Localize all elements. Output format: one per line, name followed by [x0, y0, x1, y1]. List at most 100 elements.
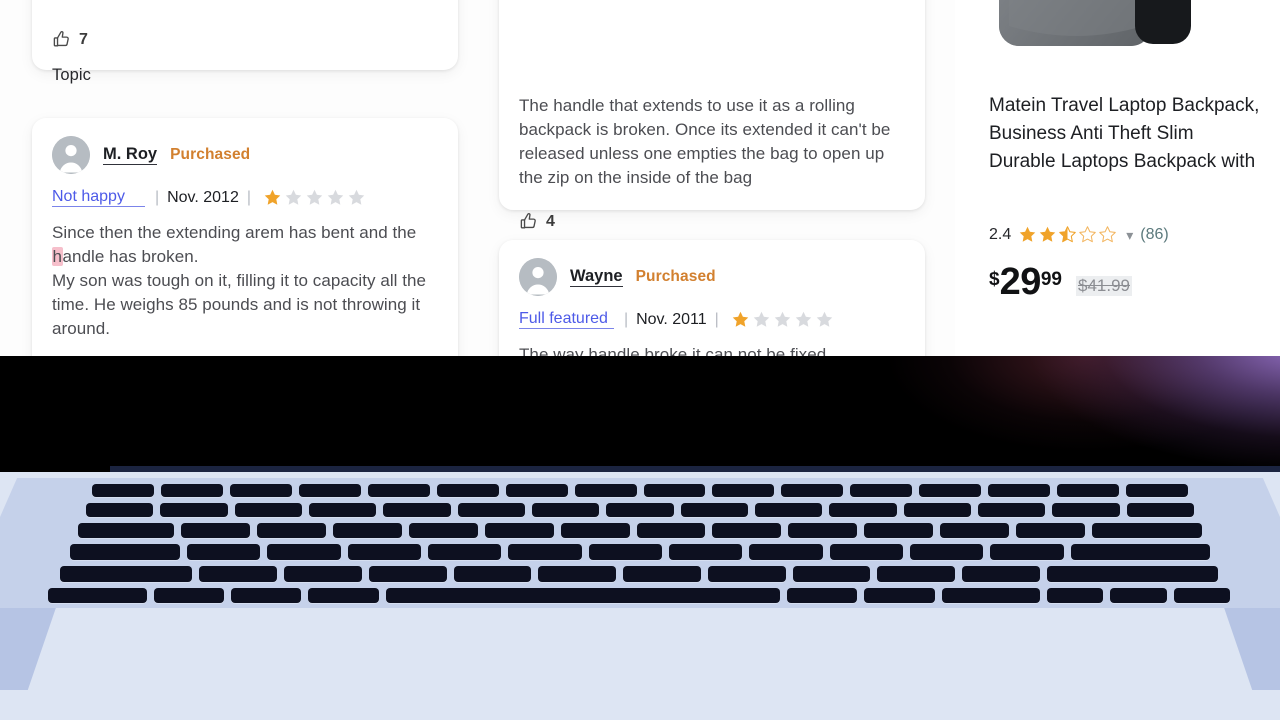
keyboard-key[interactable] [909, 544, 984, 560]
keyboard-key[interactable] [367, 484, 430, 497]
keyboard-key[interactable] [988, 484, 1051, 497]
keyboard-key[interactable] [636, 523, 706, 538]
like-row[interactable]: 7 [52, 30, 438, 49]
keyboard-key[interactable] [383, 503, 451, 517]
keyboard-key[interactable] [560, 523, 630, 538]
keyboard-key[interactable] [864, 588, 935, 603]
keyboard-key[interactable] [877, 566, 956, 582]
chevron-down-icon[interactable]: ▾ [1126, 228, 1133, 242]
keyboard-key[interactable] [588, 544, 662, 560]
keyboard-key[interactable] [267, 544, 341, 560]
keyboard-key[interactable] [1070, 544, 1210, 560]
keyboard-key[interactable] [368, 566, 447, 582]
keyboard-key[interactable] [153, 588, 224, 603]
keyboard-key[interactable] [643, 484, 706, 497]
keyboard-key[interactable] [436, 484, 499, 497]
keyboard-key[interactable] [1052, 503, 1120, 517]
keyboard-key[interactable] [229, 484, 292, 497]
keyboard-key[interactable] [48, 588, 147, 603]
keyboard-key[interactable] [788, 523, 858, 538]
product-rating-row[interactable]: 2.4 ▾ (86) [989, 225, 1169, 244]
keyboard-key[interactable] [1057, 484, 1120, 497]
keyboard-key[interactable] [187, 544, 261, 560]
keyboard-key[interactable] [850, 484, 913, 497]
keyboard-key[interactable] [1126, 503, 1194, 517]
keyboard-key[interactable] [1091, 523, 1202, 538]
keyboard-key[interactable] [531, 503, 600, 517]
keyboard-key[interactable] [298, 484, 361, 497]
keyboard-key[interactable] [160, 484, 223, 497]
keyboard-key[interactable] [749, 544, 823, 560]
keyboard-key[interactable] [712, 484, 775, 497]
thumbs-up-icon[interactable] [519, 212, 538, 231]
topic-label[interactable]: Topic [52, 66, 438, 85]
keyboard-key[interactable] [1173, 588, 1230, 603]
reviewer-name[interactable]: Wayne [570, 267, 623, 288]
keyboard-key[interactable] [941, 588, 1041, 603]
keyboard-key[interactable] [864, 523, 933, 538]
product-title[interactable]: Matein Travel Laptop Backpack, Business … [989, 92, 1264, 176]
rating-stars[interactable] [731, 310, 834, 329]
review-card-handle-text[interactable]: The handle that extends to use it as a r… [499, 0, 925, 266]
product-image-backpack[interactable] [985, 0, 1235, 70]
keyboard-key[interactable] [283, 566, 362, 582]
keyboard-key[interactable] [668, 544, 743, 560]
keyboard-key[interactable] [427, 544, 502, 560]
keyboard-key[interactable] [347, 544, 421, 560]
rating-stars[interactable] [263, 188, 366, 207]
keyboard-key[interactable] [70, 544, 180, 560]
keyboard-key[interactable] [786, 588, 858, 603]
keyboard-key[interactable] [230, 588, 302, 603]
keyboard-key[interactable] [234, 503, 302, 517]
reviewer-name[interactable]: M. Roy [103, 145, 158, 166]
review-tag-link[interactable]: Full featured [519, 310, 614, 329]
keyboard-key[interactable] [505, 484, 568, 497]
keyboard-key[interactable] [829, 544, 903, 560]
keyboard-key[interactable] [962, 566, 1040, 582]
keyboard-key[interactable] [903, 503, 971, 517]
keyboard-key[interactable] [181, 523, 251, 538]
keyboard-key[interactable] [453, 566, 532, 582]
keyboard-key[interactable] [1047, 588, 1104, 603]
keyboard-key[interactable] [919, 484, 982, 497]
review-card-wayne[interactable]: Wayne Purchased Full featured | Nov. 201… [499, 240, 925, 358]
keyboard-key[interactable] [199, 566, 277, 582]
keyboard-key[interactable] [680, 503, 748, 517]
keyboard-key[interactable] [1126, 484, 1188, 497]
keyboard-key[interactable] [457, 503, 525, 517]
review-tag-link[interactable]: Not happy [52, 188, 145, 207]
keyboard-key[interactable] [257, 523, 327, 538]
keyboard-key[interactable] [623, 566, 701, 582]
keyboard-key[interactable] [781, 484, 844, 497]
keyboard-key[interactable] [977, 503, 1046, 517]
keyboard-key[interactable] [484, 523, 554, 538]
keyboard-key[interactable] [86, 503, 154, 517]
keyboard-key[interactable] [408, 523, 478, 538]
keyboard-key[interactable] [1015, 523, 1085, 538]
keyboard-key[interactable] [707, 566, 786, 582]
keyboard-key[interactable] [792, 566, 871, 582]
thumbs-up-icon[interactable] [52, 30, 71, 49]
keyboard-key[interactable] [574, 484, 637, 497]
keyboard-key[interactable] [606, 503, 674, 517]
keyboard-key[interactable] [538, 566, 617, 582]
keyboard-key[interactable] [385, 588, 780, 603]
keyboard-key[interactable] [990, 544, 1064, 560]
keyboard-key[interactable] [333, 523, 402, 538]
product-rating-stars[interactable] [1018, 225, 1117, 244]
keyboard-key[interactable] [78, 523, 175, 538]
keyboard-key[interactable] [754, 503, 823, 517]
review-count[interactable]: (86) [1140, 226, 1168, 244]
review-card-m-roy[interactable]: M. Roy Purchased Not happy | Nov. 2012 |… [32, 118, 458, 358]
keyboard-key[interactable] [308, 503, 377, 517]
keyboard-key[interactable] [60, 566, 193, 582]
like-row[interactable]: 4 [519, 212, 905, 231]
keyboard-key[interactable] [1046, 566, 1218, 582]
keyboard-key[interactable] [308, 588, 379, 603]
keyboard-key[interactable] [508, 544, 582, 560]
keyboard-key[interactable] [1110, 588, 1167, 603]
keyboard-key[interactable] [940, 523, 1009, 538]
keyboard-key[interactable] [160, 503, 228, 517]
keyboard-key[interactable] [712, 523, 782, 538]
keyboard-key[interactable] [92, 484, 154, 497]
